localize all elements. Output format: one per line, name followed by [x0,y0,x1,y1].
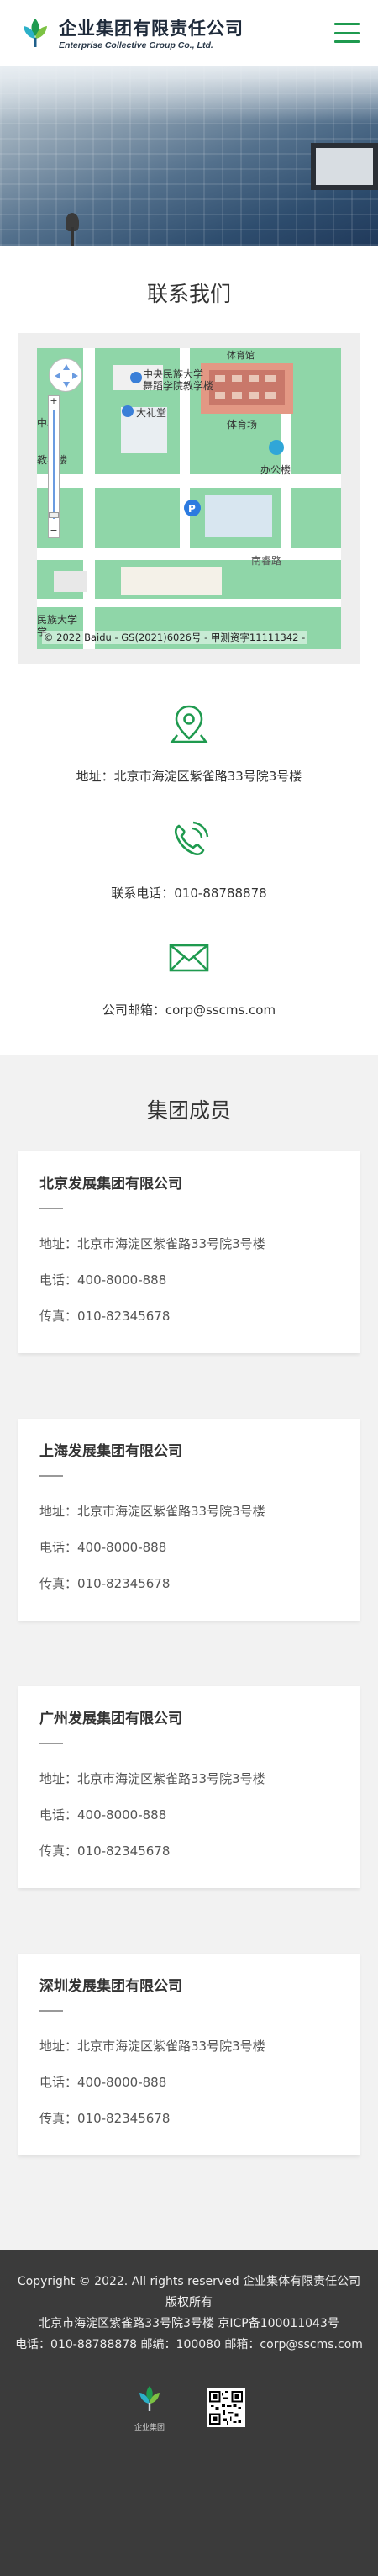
map-label-office: 办公楼 [260,464,291,476]
divider [39,1743,63,1744]
member-fax: 传真：010-82345678 [39,2111,171,2126]
pan-arrows-icon [55,364,78,388]
logo-subtitle: Enterprise Collective Group Co., Ltd. [59,40,213,50]
site-header: 企业集团有限责任公司 Enterprise Collective Group C… [0,0,378,66]
zoom-slider-rail[interactable] [53,410,55,519]
baidu-map[interactable]: P 中央民族大学 舞蹈学院教学楼 大礼堂 办公楼 南睿路 中心 教学楼 民族大学… [37,348,341,649]
address-text: 地址：北京市海淀区紫雀路33号院3号楼 [76,769,302,784]
map-label-hall: 大礼堂 [136,407,167,419]
map-pan-control[interactable] [49,358,82,392]
zoom-out-button[interactable]: − [49,526,59,536]
footer-logo-icon [139,2386,160,2411]
divider [39,2010,63,2012]
contact-address: 地址：北京市海淀区紫雀路33号院3号楼 [0,701,378,785]
group-members-section: 集团成员 北京发展集团有限公司 地址：北京市海淀区紫雀路33号院3号楼 电话：4… [0,1055,378,2250]
map-label-sports: 体育场 [227,419,258,431]
map-zoom-control: + − [48,395,60,538]
member-phone: 电话：400-8000-888 [39,1807,167,1822]
divider [39,1475,63,1477]
member-card[interactable]: 广州发展集团有限公司 地址：北京市海淀区紫雀路33号院3号楼 电话：400-80… [18,1686,360,1888]
member-fax: 传真：010-82345678 [39,1309,171,1324]
member-address: 地址：北京市海淀区紫雀路33号院3号楼 [39,1504,265,1519]
site-logo[interactable]: 企业集团有限责任公司 Enterprise Collective Group C… [18,15,244,50]
map-navigation-control [49,358,82,392]
zoom-slider-handle[interactable] [49,512,59,518]
member-name: 北京发展集团有限公司 [39,1176,182,1193]
zoom-in-button[interactable]: + [49,396,59,406]
contact-title: 联系我们 [146,282,231,306]
logo-icon [24,19,47,47]
member-name: 广州发展集团有限公司 [39,1711,182,1727]
map-canvas: P [37,348,341,649]
map-container: P 中央民族大学 舞蹈学院教学楼 大礼堂 办公楼 南睿路 中心 教学楼 民族大学… [18,333,360,664]
member-name: 深圳发展集团有限公司 [39,1978,182,1995]
member-address: 地址：北京市海淀区紫雀路33号院3号楼 [39,1771,265,1786]
map-label-road: 南睿路 [251,555,282,567]
member-card[interactable]: 上海发展集团有限公司 地址：北京市海淀区紫雀路33号院3号楼 电话：400-80… [18,1419,360,1621]
member-fax: 传真：010-82345678 [39,1576,171,1591]
footer-logo[interactable]: 企业集团 [133,2383,166,2432]
svg-text:P: P [188,503,196,515]
member-address: 地址：北京市海淀区紫雀路33号院3号楼 [39,2039,265,2054]
footer-contact: 电话：010-88788878 邮编：100080 邮箱：corp@sscms.… [15,2338,363,2351]
member-name: 上海发展集团有限公司 [39,1443,182,1460]
footer-address-icp: 北京市海淀区紫雀路33号院3号楼 京ICP备100011043号 [39,2317,339,2330]
footer-bottom: 企业集团 [15,2383,363,2432]
email-text: 公司邮箱：corp@sscms.com [102,1002,276,1018]
phone-text: 联系电话：010-88788878 [111,886,267,901]
hero-banner [0,66,378,246]
member-phone: 电话：400-8000-888 [39,2075,167,2090]
map-label-top-right: 体育馆 [227,350,255,361]
divider [39,1208,63,1209]
map-label-univ2: 舞蹈学院教学楼 [143,380,214,392]
member-card[interactable]: 深圳发展集团有限公司 地址：北京市海淀区紫雀路33号院3号楼 电话：400-80… [18,1954,360,2155]
member-phone: 电话：400-8000-888 [39,1540,167,1555]
logo-title: 企业集团有限责任公司 [59,19,244,39]
member-fax: 传真：010-82345678 [39,1843,171,1859]
mail-icon [169,944,209,972]
member-address: 地址：北京市海淀区紫雀路33号院3号楼 [39,1236,265,1251]
map-copyright: © 2022 Baidu - GS(2021)6026号 - 甲测资字11111… [42,631,307,644]
member-card[interactable]: 北京发展集团有限公司 地址：北京市海淀区紫雀路33号院3号楼 电话：400-80… [18,1151,360,1353]
members-title: 集团成员 [146,1098,231,1123]
contact-email: 公司邮箱：corp@sscms.com [0,935,378,1018]
member-phone: 电话：400-8000-888 [39,1272,167,1288]
location-pin-icon [170,705,208,743]
footer-copyright: Copyright © 2022. All rights reserved 企业… [17,2275,361,2309]
site-footer: Copyright © 2022. All rights reserved 企业… [0,2250,378,2576]
footer-logo-text: 企业集团 [134,2424,165,2432]
qr-code-icon [207,2388,245,2427]
phone-icon [174,821,209,856]
hamburger-menu-icon[interactable] [334,23,360,43]
contact-section: 联系我们 P 中央民族大学 舞蹈学院教学楼 大礼堂 办公楼 南睿路 中心 民族大… [0,246,378,1055]
contact-phone: 联系电话：010-88788878 [0,818,378,902]
